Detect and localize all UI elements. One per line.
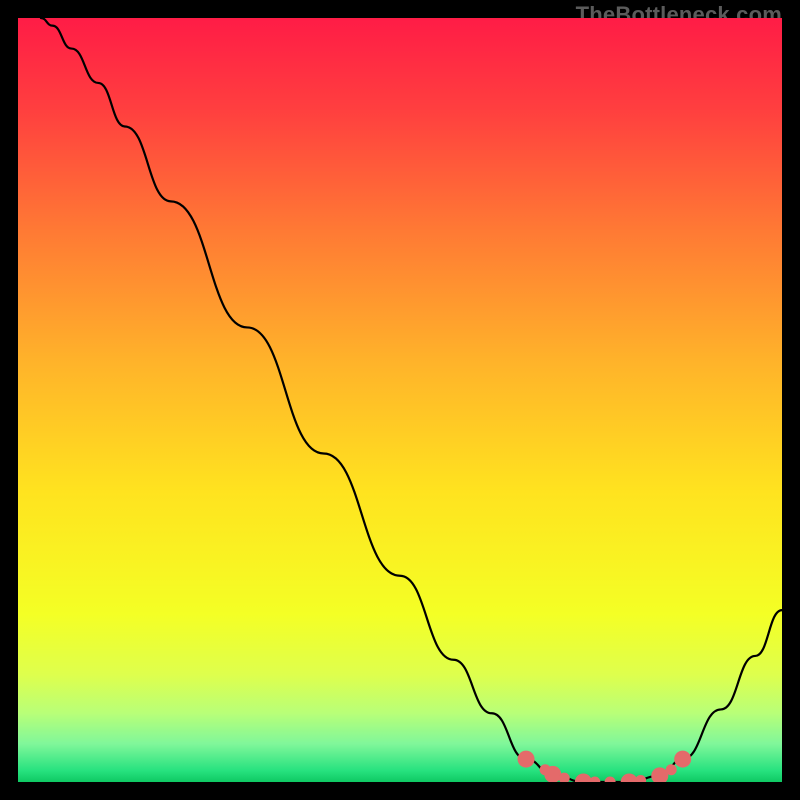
chart-background xyxy=(18,18,782,782)
chart-plot-area xyxy=(18,18,782,782)
chart-svg xyxy=(18,18,782,782)
chart-frame: TheBottleneck.com xyxy=(0,0,800,800)
